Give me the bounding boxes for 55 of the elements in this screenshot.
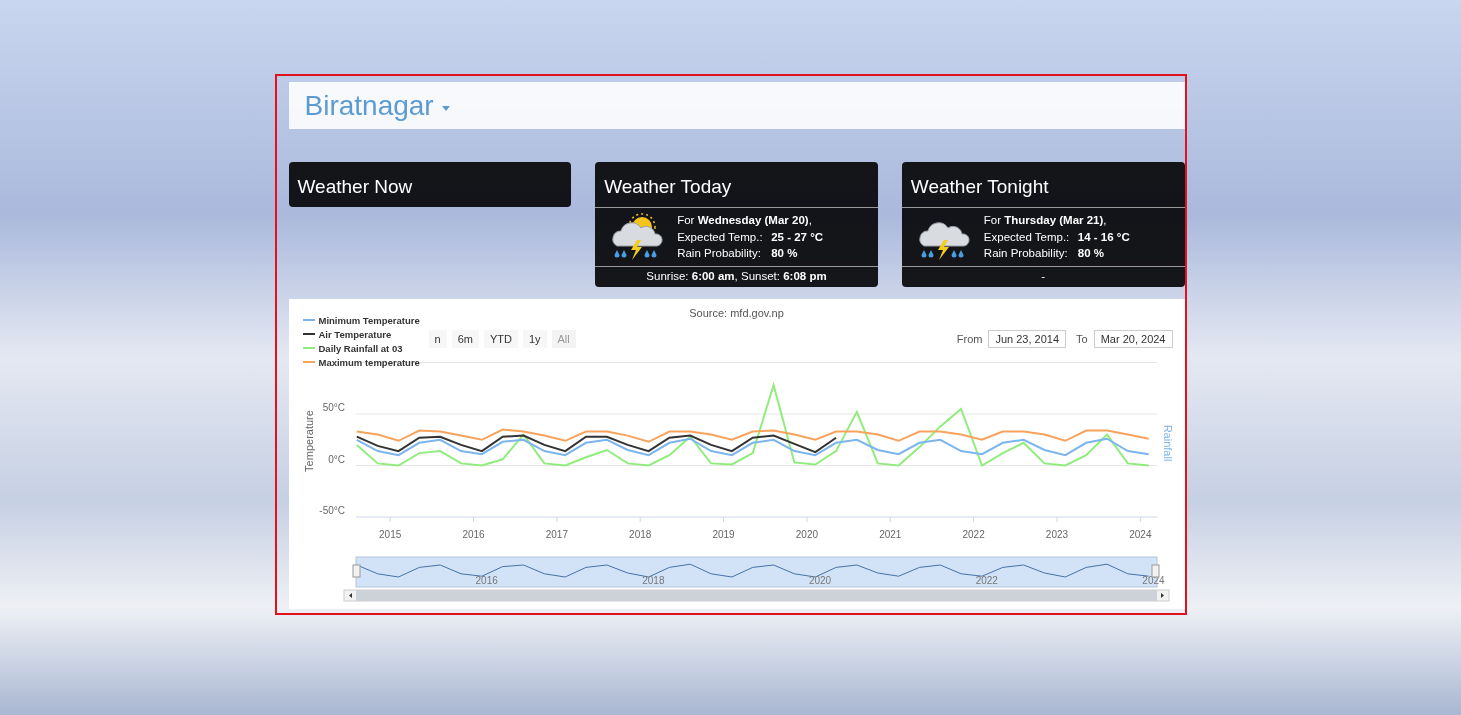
forecast-label: Rain Probability: — [983, 246, 1069, 262]
range-button[interactable]: n — [428, 330, 447, 348]
legend-item[interactable]: Maximum temperature — [302, 355, 420, 369]
x-tick-label: 2023 — [1045, 529, 1068, 540]
forecast-label: Rain Probability: — [677, 246, 762, 262]
to-label: To — [1076, 333, 1088, 345]
from-label: From — [956, 333, 983, 345]
y-tick-label: -50°C — [318, 505, 345, 516]
forecast-value: 25 - 27 °C — [771, 229, 824, 245]
card-title: Weather Tonight — [909, 175, 1050, 199]
range-button[interactable]: 6m — [451, 330, 479, 348]
card-title: Weather Now — [296, 175, 414, 199]
chart-source: Source: mfd.gov.np — [688, 306, 785, 320]
forecast-label: Expected Temp.: — [983, 229, 1071, 245]
forecast-day: For Thursday (Mar 21), — [983, 212, 1130, 229]
legend-line-icon — [302, 347, 315, 349]
navigator-handle — [352, 564, 360, 578]
navigator-label: 2020 — [808, 575, 831, 586]
x-tick-label: 2019 — [711, 529, 735, 540]
legend-item[interactable]: Minimum Temperature — [302, 313, 420, 327]
sun-times: Sunrise: 6:00 am, Sunset: 6:08 pm — [646, 270, 827, 282]
legend-item[interactable]: Daily Rainfall at 03 — [302, 341, 420, 355]
x-tick-label: 2017 — [545, 529, 568, 540]
x-tick-label: 2016 — [461, 529, 485, 540]
range-button[interactable]: YTD — [483, 330, 518, 348]
range-button[interactable]: 1y — [522, 330, 547, 348]
card-title: Weather Today — [603, 175, 733, 199]
to-date-field[interactable]: Mar 20, 2024 — [1093, 330, 1173, 348]
x-tick-label: 2020 — [795, 529, 818, 540]
x-tick-label: 2018 — [628, 529, 651, 540]
from-date-field[interactable]: Jun 23, 2014 — [988, 330, 1067, 348]
forecast-value: 14 - 16 °C — [1077, 229, 1130, 245]
x-tick-label: 2021 — [878, 529, 901, 540]
forecast-label: Expected Temp.: — [677, 229, 764, 245]
legend-line-icon — [302, 333, 315, 335]
forecast-value: 80 % — [1077, 246, 1105, 262]
forecast-value: 80 % — [771, 246, 798, 262]
forecast-day: For Wednesday (Mar 20), — [677, 212, 824, 229]
legend-item[interactable]: Air Temperature — [302, 327, 420, 341]
scrollbar[interactable] — [343, 589, 1169, 602]
y-tick-label: 0°C — [327, 453, 345, 465]
x-tick-label: 2015 — [378, 529, 401, 540]
x-tick-label: 2022 — [962, 529, 985, 540]
navigator-label: 2016 — [475, 575, 498, 586]
x-tick-label: 2024 — [1128, 529, 1151, 540]
sun-times: - — [1041, 270, 1046, 282]
navigator-label: 2018 — [641, 575, 664, 586]
y-axis-title: Temperature — [302, 410, 315, 472]
y-tick-label: 50°C — [322, 402, 345, 413]
secondary-axis-title: Rainfall — [1161, 424, 1174, 462]
navigator-label: 2022 — [975, 575, 998, 586]
legend-line-icon — [302, 319, 315, 321]
legend-line-icon — [302, 361, 315, 363]
navigator-handle — [1151, 564, 1159, 578]
caret-icon[interactable] — [441, 106, 450, 111]
